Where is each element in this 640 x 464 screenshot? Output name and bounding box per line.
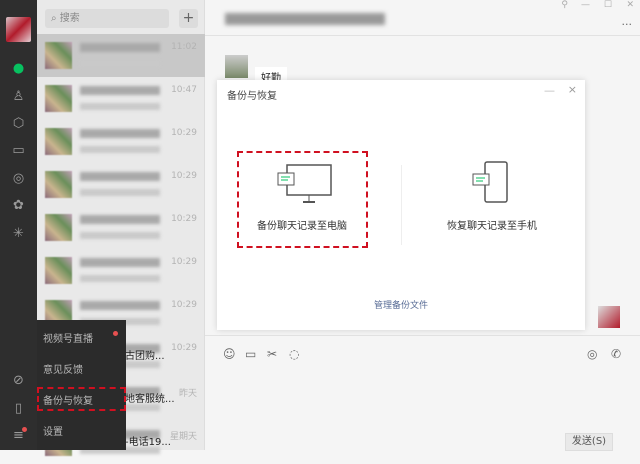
notification-dot	[113, 331, 118, 336]
moments-icon[interactable]: ◎	[10, 170, 27, 187]
phone-icon[interactable]: ▯	[10, 400, 27, 417]
chat-name	[80, 172, 160, 181]
sender-avatar	[225, 55, 248, 78]
divider	[401, 165, 402, 245]
chat-avatar	[45, 128, 72, 155]
send-button[interactable]: 发送(S)	[565, 433, 613, 451]
chat-title	[225, 13, 385, 25]
chat-time: 10:47	[171, 85, 197, 95]
sidebar: ● ♙ ⬡ ▭ ◎ ✿ ✳ ⊘ ▯ ≡	[0, 0, 37, 450]
highlight-box	[237, 151, 368, 248]
live-icon[interactable]: ◎	[587, 347, 597, 361]
chat-avatar	[45, 257, 72, 284]
search-input[interactable]: ⌕ 搜索	[45, 9, 169, 28]
input-divider	[205, 335, 640, 336]
chat-name-text: -电话19...	[125, 437, 171, 448]
discover-icon[interactable]: ⊘	[10, 372, 27, 389]
dialog-title: 备份与恢复	[227, 91, 277, 102]
search-placeholder: 搜索	[59, 13, 80, 24]
favorites-icon[interactable]: ⬡	[10, 115, 27, 132]
chat-time: 昨天	[178, 389, 197, 399]
chat-icon[interactable]: ●	[10, 60, 27, 77]
manage-backup-link[interactable]: 管理备份文件	[217, 298, 585, 311]
chat-preview	[80, 189, 160, 196]
notification-dot	[22, 427, 27, 432]
contacts-icon[interactable]: ♙	[10, 88, 27, 105]
emoji-icon[interactable]: ☺	[223, 347, 236, 361]
chat-avatar	[45, 42, 72, 69]
phone-chat-icon	[472, 161, 508, 203]
folder-icon[interactable]: ▭	[10, 142, 27, 159]
more-menu: 视频号直播 意见反馈 备份与恢复 设置	[37, 320, 126, 450]
chat-list-item[interactable]: 10:29	[37, 249, 205, 292]
file-icon[interactable]: ▭	[245, 347, 256, 361]
chat-avatar	[45, 85, 72, 112]
chat-time: 星期天	[169, 432, 197, 442]
call-icon[interactable]: ✆	[611, 347, 621, 361]
chat-time: 10:29	[171, 300, 197, 310]
divider	[205, 35, 640, 36]
chat-time: 10:29	[171, 343, 197, 353]
chat-history-icon[interactable]: ◌	[289, 347, 299, 361]
chat-avatar	[45, 214, 72, 241]
chat-time: 11:02	[171, 42, 197, 52]
minimize-button[interactable]: —	[581, 0, 590, 10]
more-button[interactable]: ···	[622, 18, 633, 31]
avatar[interactable]	[6, 17, 31, 42]
settings-icon[interactable]: ✿	[10, 197, 27, 214]
menu-item-live[interactable]: 视频号直播	[43, 330, 93, 345]
chat-preview	[80, 103, 160, 110]
chat-name	[80, 258, 160, 267]
my-avatar	[598, 306, 620, 328]
chat-name-text: 古团购...	[125, 351, 165, 362]
chat-avatar	[45, 171, 72, 198]
chat-preview	[80, 60, 160, 67]
chat-time: 10:29	[171, 128, 197, 138]
dialog-minimize-button[interactable]: —	[544, 84, 555, 97]
screenshot-icon[interactable]: ✂	[267, 347, 277, 361]
chat-time: 10:29	[171, 257, 197, 267]
highlight-box	[37, 387, 126, 411]
restore-to-phone-option[interactable]: 恢复聊天记录至手机	[427, 150, 557, 250]
maximize-button[interactable]: ☐	[604, 0, 612, 10]
chat-name	[80, 43, 160, 52]
chat-list-item[interactable]: 10:29	[37, 206, 205, 249]
chat-preview	[80, 232, 160, 239]
chat-list-item[interactable]: 11:02	[37, 34, 205, 77]
chat-list-item[interactable]: 10:29	[37, 120, 205, 163]
restore-label: 恢复聊天记录至手机	[447, 221, 537, 232]
mini-program-icon[interactable]: ✳	[10, 225, 27, 242]
chat-time: 10:29	[171, 214, 197, 224]
dialog-close-button[interactable]: ×	[568, 83, 577, 96]
menu-item-feedback[interactable]: 意见反馈	[43, 361, 83, 376]
add-button[interactable]: +	[179, 9, 198, 28]
menu-item-settings[interactable]: 设置	[43, 423, 63, 438]
chat-preview	[80, 146, 160, 153]
chat-preview	[80, 275, 160, 282]
chat-list-item[interactable]: 10:47	[37, 77, 205, 120]
close-button[interactable]: ✕	[626, 0, 634, 10]
chat-list-item[interactable]: 10:29	[37, 163, 205, 206]
pin-icon[interactable]: ⚲	[561, 0, 568, 10]
chat-name	[80, 301, 160, 310]
chat-name	[80, 129, 160, 138]
chat-name	[80, 215, 160, 224]
chat-name	[80, 86, 160, 95]
chat-name-text: 地客服统...	[125, 394, 175, 405]
chat-time: 10:29	[171, 171, 197, 181]
